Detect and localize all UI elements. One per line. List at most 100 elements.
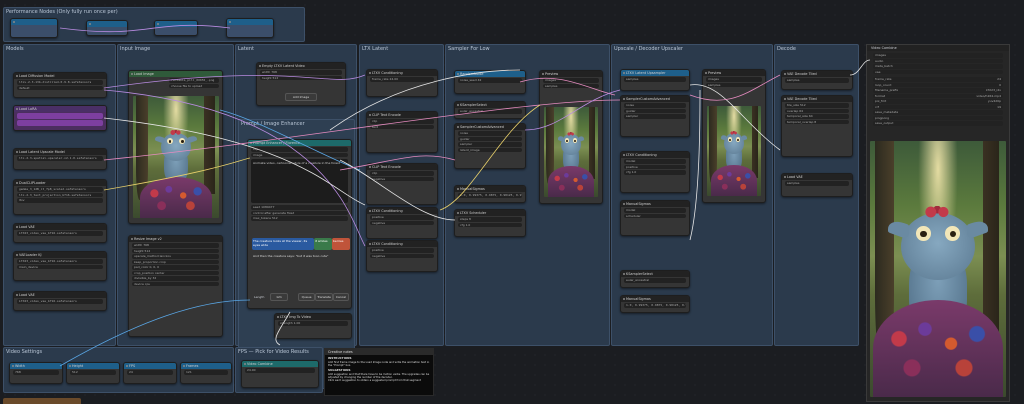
- upload-button[interactable]: choose file to upload: [169, 83, 219, 88]
- translate-button[interactable]: Translate: [315, 293, 333, 301]
- positive-input[interactable]: positive: [370, 215, 434, 220]
- vae-input[interactable]: vae: [873, 69, 1003, 74]
- guider-input[interactable]: guider: [458, 136, 522, 141]
- perf-node-2[interactable]: [86, 20, 128, 36]
- samples-input[interactable]: samples: [706, 82, 762, 87]
- image-input[interactable]: image: [251, 152, 348, 157]
- crf-widget[interactable]: crf 19: [873, 104, 1003, 109]
- positive-input[interactable]: positive: [624, 164, 686, 169]
- guider-input[interactable]: guider: [624, 108, 686, 113]
- node-random-noise[interactable]: RandomNoise noise_seed 42: [454, 70, 526, 94]
- lora-widget[interactable]: [17, 113, 103, 119]
- node-ksampler-select-2[interactable]: KSamplerSelect euler_ancestral: [620, 270, 690, 288]
- node-ltxv-cond-2[interactable]: LTXV Conditioning positive negative: [366, 207, 438, 239]
- frame-rate-widget[interactable]: frame_rate 24: [873, 77, 1003, 82]
- sigmas-widget[interactable]: 1.0, 0.99375, 0.9875, 0.98125, 0.975: [458, 193, 522, 198]
- perf-node-3[interactable]: [154, 20, 198, 36]
- sigmas-widget[interactable]: 1.0, 0.99375, 0.9875, 0.98125, 0.975: [624, 303, 686, 308]
- pad-color-widget[interactable]: pad_color 0, 0, 0: [132, 265, 219, 270]
- node-resize-image[interactable]: Resize Image v2 width 768 height 512 ups…: [128, 235, 223, 337]
- clip-type-widget[interactable]: ltxv: [17, 198, 103, 203]
- node-ltx-img[interactable]: LTXV Img To Video strength 1.00: [274, 313, 352, 339]
- node-cfg-guider[interactable]: LTXV Conditioning model positive cfg 1.0: [620, 151, 690, 193]
- clip1-widget[interactable]: gemma_3_12B_it_fp8_scaled.safetensors: [17, 187, 103, 192]
- node-clip-text-2[interactable]: CLIP Text Encode clip negative: [366, 163, 438, 205]
- cancel-button[interactable]: Cancel: [333, 293, 349, 301]
- clip2-widget[interactable]: ltx-2.3_text_projection_bf16.safetensors: [17, 192, 103, 197]
- lora-strength-widget[interactable]: [17, 120, 103, 126]
- images-input[interactable]: images: [543, 78, 599, 83]
- node-vae-decode-2[interactable]: VAE Decode Tiled tile_size 512 overlap 6…: [781, 95, 853, 157]
- node-canvas[interactable]: Performance Nodes (Only fully run once p…: [0, 0, 1024, 404]
- frame-rate-widget[interactable]: frame_rate 24.00: [370, 77, 434, 82]
- seed-widget[interactable]: seed 1089477: [251, 205, 348, 210]
- samples-input[interactable]: samples: [624, 77, 686, 82]
- temporal-overlap-widget[interactable]: temporal_overlap 8: [785, 119, 849, 124]
- samples-input[interactable]: samples: [543, 83, 599, 88]
- node-ltxv-cond-1[interactable]: LTXV Conditioning frame_rate 24.00: [366, 69, 438, 97]
- node-manual-sigmas-3[interactable]: ManualSigmas 1.0, 0.99375, 0.9875, 0.981…: [620, 295, 690, 313]
- audio-input[interactable]: samples: [785, 181, 849, 186]
- group-sampler[interactable]: Sampler For Low RandomNoise noise_seed 4…: [445, 44, 610, 346]
- suggestion-chip-1[interactable]: The creature looks at the viewer, its ey…: [252, 238, 314, 250]
- keep-proportion-widget[interactable]: keep_proportion crop: [132, 259, 219, 264]
- height-widget[interactable]: height 512: [132, 248, 219, 253]
- tile-size-widget[interactable]: tile_size 512: [785, 103, 849, 108]
- prompt-textarea[interactable]: Animate video, cartoonish style of a cre…: [251, 159, 348, 203]
- setting-width[interactable]: Width 768: [9, 362, 63, 384]
- node-ksampler-select[interactable]: KSamplerSelect euler_ancestral: [454, 101, 526, 119]
- divisible-by-widget[interactable]: divisible_by 32: [132, 276, 219, 281]
- fps-value[interactable]: 24.00: [245, 368, 315, 373]
- vae-widget[interactable]: LTX23_video_vae_bf16.safetensors: [17, 231, 103, 236]
- latent-width[interactable]: width 768: [260, 70, 342, 75]
- node-load-image[interactable]: Load Image fantasia_pill_00055_.png choo…: [128, 70, 223, 224]
- suggestion-chip-3[interactable]: berries: [332, 238, 350, 250]
- scheduler-input[interactable]: scheduler: [624, 213, 686, 218]
- perf-node-4[interactable]: [226, 18, 274, 38]
- images-input[interactable]: images: [873, 53, 1003, 58]
- group-conditioning[interactable]: LTX Latent LTXV Conditioning frame_rate …: [359, 44, 444, 346]
- group-upscale[interactable]: Upscale / Decoder Upscaler LTXV Latent U…: [611, 44, 773, 346]
- pingpong-widget[interactable]: pingpong: [873, 115, 1003, 120]
- group-fps[interactable]: FPS — Pick for Video Results Video Combi…: [235, 347, 323, 393]
- node-sampler-custom[interactable]: SamplerCustomAdvanced noise guider sampl…: [454, 123, 526, 169]
- clip-input[interactable]: clip: [370, 171, 434, 176]
- node-latent-upscale[interactable]: Load Latent Upscale Model ltx-2.3-spatia…: [13, 148, 107, 170]
- device-widget[interactable]: main_device: [17, 264, 103, 269]
- crop-position-widget[interactable]: crop_position center: [132, 270, 219, 275]
- control-widget[interactable]: control after generate fixed: [251, 210, 348, 215]
- steps-widget[interactable]: steps 8: [458, 217, 522, 222]
- group-models[interactable]: Models Load Diffusion Model ltxv-2.3-13b…: [3, 44, 116, 346]
- node-manual-sigmas[interactable]: ManualSigmas 1.0, 0.99375, 0.9875, 0.981…: [454, 185, 526, 203]
- bottom-tag[interactable]: [3, 398, 81, 404]
- noise-input[interactable]: noise: [458, 131, 522, 136]
- latent-input[interactable]: latent_image: [458, 147, 522, 152]
- group-performance[interactable]: Performance Nodes (Only fully run once p…: [3, 7, 305, 42]
- negative-input[interactable]: negative: [370, 220, 434, 225]
- frames-value[interactable]: 121: [184, 370, 228, 375]
- noise-seed-widget[interactable]: noise_seed 42: [458, 78, 522, 83]
- node-audio-decode[interactable]: Load VAE samples: [781, 173, 853, 197]
- node-vae-decode[interactable]: VAE Decode Tiled samples: [781, 70, 853, 90]
- node-fps-pick[interactable]: Video Combine 24.00: [241, 360, 319, 388]
- positive-input[interactable]: positive: [370, 248, 434, 253]
- node-sampler-custom-2[interactable]: SamplerCustomAdvanced noise guider sampl…: [620, 95, 690, 137]
- sampler-input[interactable]: sampler: [624, 114, 686, 119]
- clip-input[interactable]: clip: [370, 119, 434, 124]
- add-node-button[interactable]: Add Image: [285, 93, 317, 101]
- height-value[interactable]: 512: [70, 370, 116, 375]
- model-input[interactable]: model: [624, 159, 686, 164]
- overlap-widget[interactable]: overlap 64: [785, 108, 849, 113]
- group-latent[interactable]: Latent Empty LTXV Latent Video width 768…: [235, 44, 357, 389]
- group-video-settings[interactable]: Video Settings Width 768 Height 512 FPS …: [3, 347, 234, 393]
- model-input[interactable]: model: [624, 208, 686, 213]
- node-load-diffusion[interactable]: Load Diffusion Model ltxv-2.3-13b-distil…: [13, 72, 107, 98]
- pix-fmt-widget[interactable]: pix_fmt yuv420p: [873, 99, 1003, 104]
- text-input[interactable]: negative: [370, 176, 434, 181]
- node-ltx-scheduler[interactable]: LTXV Scheduler steps 8 cfg 1.0: [454, 209, 526, 237]
- perf-node-1[interactable]: [10, 18, 58, 38]
- loop-count-widget[interactable]: loop_count 0: [873, 82, 1003, 87]
- temporal-size-widget[interactable]: temporal_size 64: [785, 114, 849, 119]
- node-preview-2[interactable]: Preview images samples: [702, 69, 766, 203]
- images-input[interactable]: images: [706, 77, 762, 82]
